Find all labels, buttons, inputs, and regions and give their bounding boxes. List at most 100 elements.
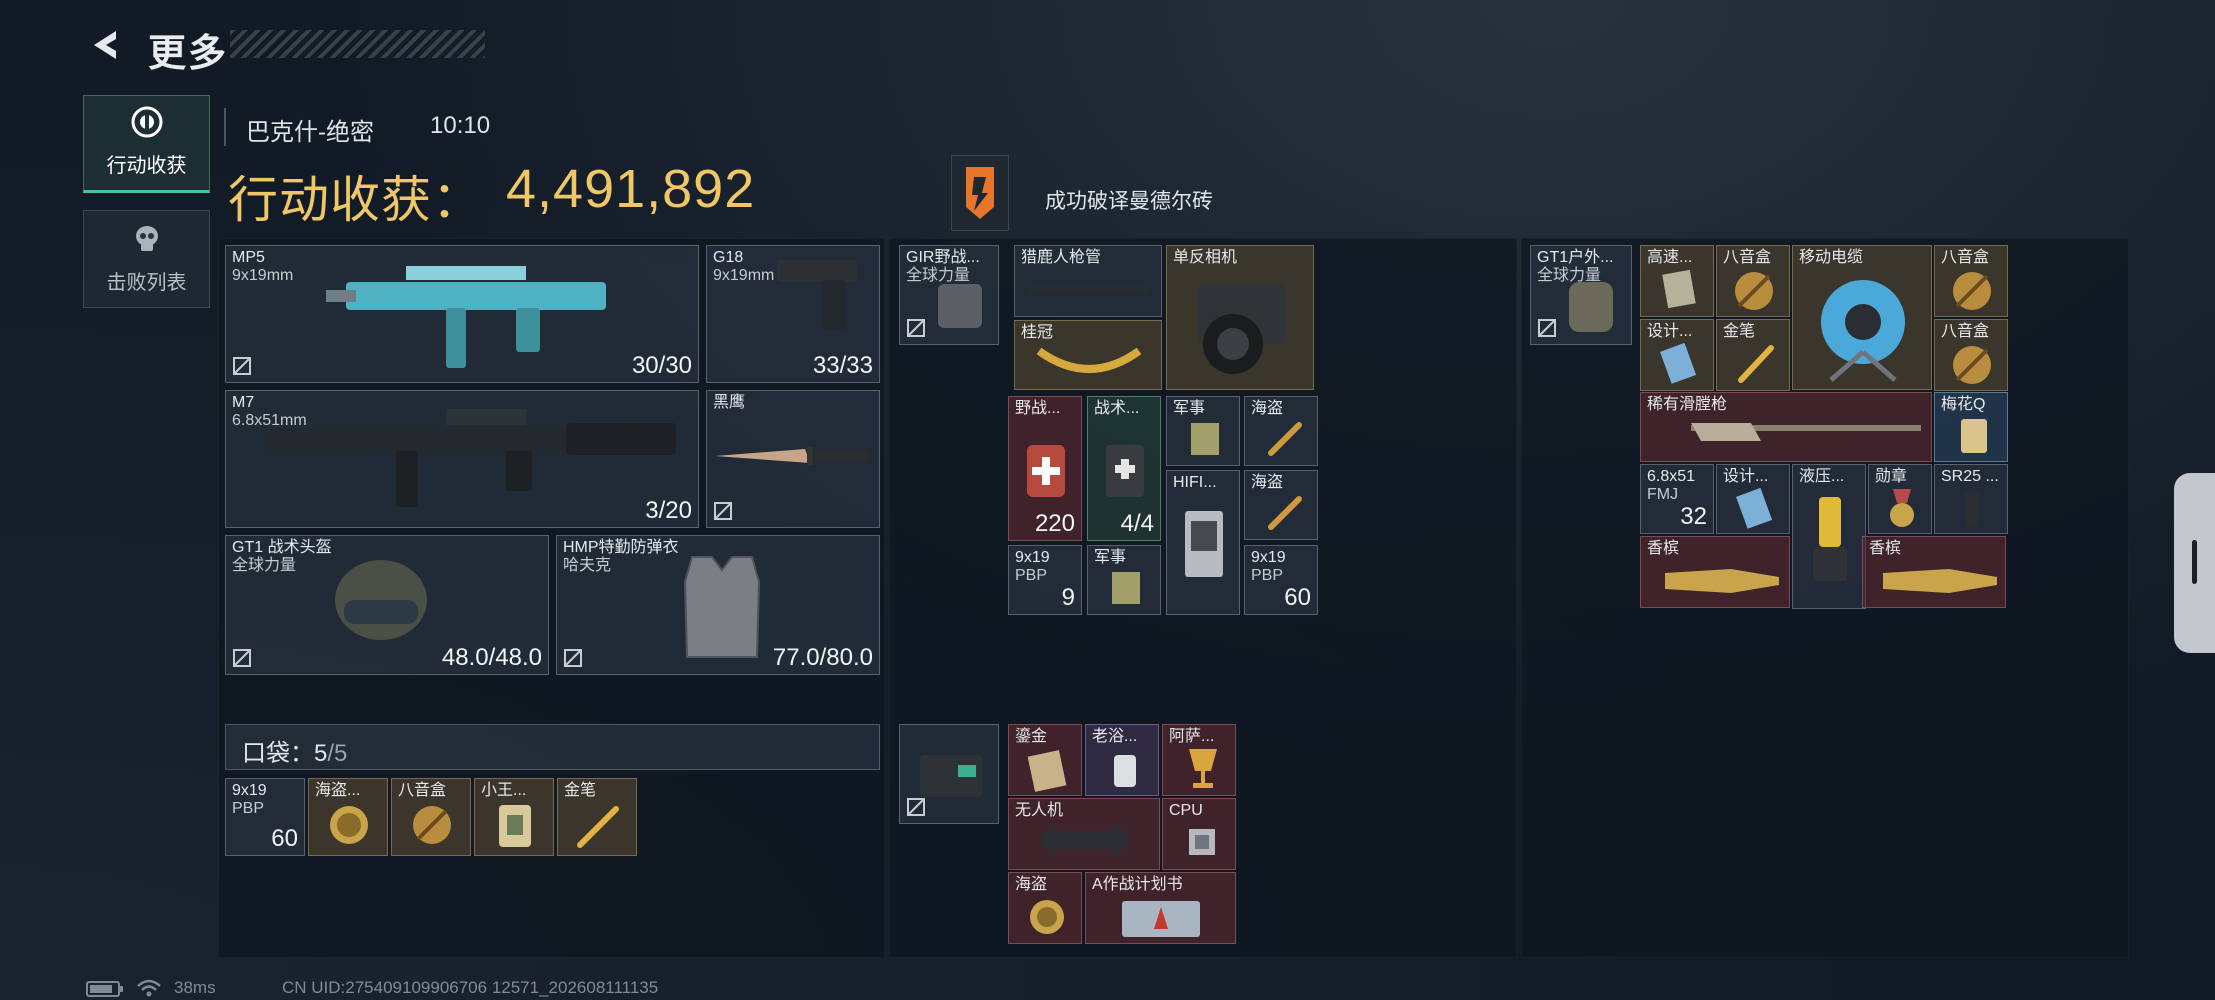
weapon-slot-g18[interactable]: G18 9x19mm 33/33 [706,245,880,383]
pocket-item[interactable]: 金笔 [557,778,637,856]
tab-defeat-list[interactable]: 击败列表 [83,210,210,308]
magazine-icon [1965,491,1979,527]
rig-item[interactable]: 海盗 [1244,470,1318,540]
item-count: 220 [1034,510,1075,537]
back-arrow-icon [94,31,116,59]
case-item[interactable]: A作战计划书 [1085,872,1236,944]
rig-item[interactable]: 9x19 PBP 60 [1244,545,1318,615]
rig-item[interactable]: 猎鹿人枪管 [1014,245,1162,317]
item-name: 无人机 [1015,802,1064,819]
backpack-item[interactable]: 设计... [1640,319,1714,391]
backpack-item[interactable]: 设计... [1716,464,1790,534]
item-name: GIR野战... [906,249,980,266]
medal-icon [1890,489,1914,527]
pen-icon [1268,422,1302,456]
backpack-item[interactable]: 移动电缆 [1792,245,1932,390]
item-name: 9x19 [1015,549,1050,566]
champagne-bottle-icon [1883,569,1997,593]
case-item[interactable]: 鎏金 [1008,724,1082,796]
item-count: 60 [271,825,298,852]
item-sub: PBP [1251,567,1284,584]
item-name: 移动电缆 [1799,249,1864,266]
backpack-item[interactable]: 稀有滑膛枪 [1640,392,1932,462]
case-item[interactable]: 老浴... [1085,724,1159,796]
pocket-item[interactable]: 海盗... [308,778,388,856]
document-icon [1112,572,1140,604]
achievement-badge[interactable] [951,155,1009,231]
item-ammo: 6.8x51mm [232,412,307,429]
backpack-item[interactable]: 八音盒 [1934,319,2008,391]
helmet-slot[interactable]: GT1 战术头盔 全球力量 48.0/48.0 [225,535,549,675]
raid-time: 10:10 [430,112,491,139]
case-item[interactable]: 无人机 [1008,798,1160,870]
pocket-item[interactable]: 小王... [474,778,554,856]
item-name: 设计... [1723,468,1769,485]
playing-card-icon [1961,419,1987,453]
item-name: 勋章 [1875,468,1908,485]
wifi-icon [137,979,161,997]
case-icon [920,755,982,797]
weapon-slot-mp5[interactable]: MP5 9x19mm 30/30 [225,245,699,383]
music-box-icon [1953,272,1991,310]
rig-item[interactable]: 军事 [1087,545,1161,615]
item-name: 军事 [1094,549,1127,566]
item-name: 鎏金 [1015,728,1048,745]
item-name: 设计... [1647,323,1693,340]
rig-item[interactable]: 野战... 220 [1008,396,1082,541]
item-name: GT1户外... [1537,249,1614,266]
backpack-icon [1569,282,1613,332]
handle-grip [2192,540,2197,584]
item-name: 单反相机 [1173,249,1238,266]
item-name: 八音盒 [1941,249,1990,266]
secure-case-slot[interactable] [899,724,999,824]
blueprint-icon [1660,342,1697,384]
rig-item[interactable]: 军事 [1166,396,1240,466]
case-item[interactable]: 海盗 [1008,872,1082,944]
item-name: 海盗 [1015,876,1048,893]
battery-icon [86,981,123,997]
weapon-slot-m7[interactable]: M7 6.8x51mm 3/20 [225,390,699,528]
item-sub: 全球力量 [1537,267,1602,284]
music-box-icon [1735,272,1773,310]
backpack-item[interactable]: 高速... [1640,245,1714,317]
backpack-item[interactable]: 梅花Q [1934,392,2008,462]
item-count: 30/30 [631,352,692,379]
drone-icon [1041,825,1129,855]
rig-item[interactable]: HIFI... [1166,470,1240,615]
rig-item[interactable]: 9x19 PBP 9 [1008,545,1082,615]
case-item[interactable]: 阿萨... [1162,724,1236,796]
backpack-item[interactable]: 香槟 [1862,536,2006,608]
map-name: 巴克什-绝密 [246,119,374,146]
backpack-item[interactable]: 八音盒 [1934,245,2008,317]
rig-item[interactable]: 海盗 [1244,396,1318,466]
tab-action-gains[interactable]: 行动收获 [83,95,210,193]
rig-item[interactable]: 战术... 4/4 [1087,396,1161,541]
skull-icon [135,226,158,251]
chest-rig-slot[interactable]: GIR野战... 全球力量 [899,245,999,345]
rig-item[interactable]: 单反相机 [1166,245,1314,390]
pocket-item[interactable]: 八音盒 [391,778,471,856]
backpack-item[interactable]: 香槟 [1640,536,1790,608]
gold-pen-icon [1738,345,1774,383]
goblet-icon [1189,749,1217,788]
rig-item[interactable]: 桂冠 [1014,320,1162,390]
pocket-item[interactable]: 9x19 PBP 60 [225,778,305,856]
backpack-item[interactable]: SR25 ... [1934,464,2008,534]
body-armor-icon [683,556,761,658]
item-name: A作战计划书 [1092,876,1183,893]
case-item[interactable]: CPU [1162,798,1236,870]
back-button[interactable] [84,20,128,70]
page-title: 更多 [148,33,229,75]
armor-slot[interactable]: HMP特勤防弹衣 哈夫克 77.0/80.0 [556,535,880,675]
backpack-item[interactable]: 八音盒 [1716,245,1790,317]
backpack-item[interactable]: 勋章 [1868,464,1932,534]
music-box-icon [413,806,451,844]
item-name: 9x19 [232,782,267,799]
backpack-item[interactable]: 6.8x51 FMJ 32 [1640,464,1714,534]
locked-icon [233,649,251,667]
backpack-slot[interactable]: GT1户外... 全球力量 [1530,245,1632,345]
item-ammo: 9x19mm [232,267,294,284]
backpack-item[interactable]: 金笔 [1716,319,1790,391]
backpack-item[interactable]: 液压... [1792,464,1866,609]
melee-slot-knife[interactable]: 黑鹰 [706,390,880,528]
